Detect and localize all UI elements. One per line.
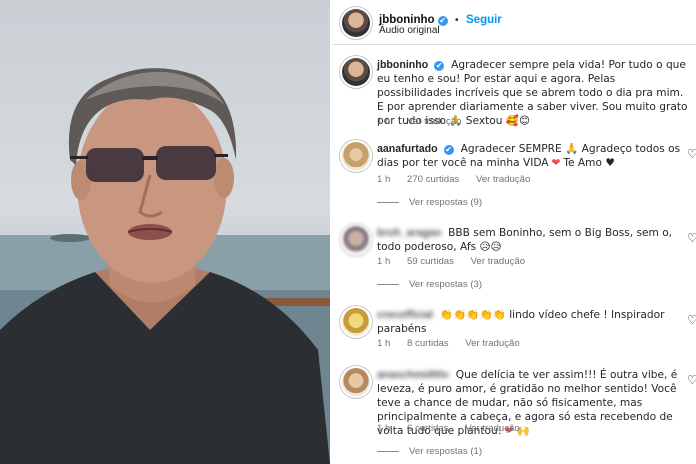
comment-username[interactable]: aanafurtado — [377, 143, 438, 155]
comment-text-end: Te Amo ♥ — [563, 157, 615, 169]
comment-item: aanafurtado ✔ Agradecer SEMPRE 🙏 Agradeço… — [333, 140, 696, 210]
comment-meta: 1 h 6 curtidas Ver tradução — [377, 423, 534, 434]
verified-badge-icon: ✔ — [443, 145, 454, 155]
comment-time: 1 h — [377, 174, 391, 185]
verified-badge-icon: ✔ — [434, 61, 445, 71]
comment-username[interactable]: anaschmidtttv — [377, 369, 449, 381]
comment-likes[interactable]: 59 curtidas — [407, 256, 454, 267]
comment-text-block: crecofficial 👏👏👏👏👏 lindo vídeo chefe ! I… — [377, 308, 689, 336]
post-header: jbboninho ✔ • Seguir Áudio original — [333, 0, 696, 45]
replies-label: Ver respostas (3) — [409, 279, 483, 290]
like-comment-icon[interactable]: ♡ — [687, 374, 696, 386]
comment-item: bruh_aragao BBB sem Boninho, sem o Big B… — [333, 224, 696, 294]
replies-line — [377, 201, 399, 203]
comment-meta: 1 h 8 curtidas Ver tradução — [377, 338, 534, 349]
view-replies-button[interactable]: Ver respostas (9) — [377, 197, 482, 208]
comment-likes[interactable]: 6 curtidas — [407, 423, 449, 434]
view-replies-button[interactable]: Ver respostas (1) — [377, 446, 482, 457]
comment-username[interactable]: crecofficial — [377, 309, 433, 321]
comment-text-block: aanafurtado ✔ Agradecer SEMPRE 🙏 Agradeço… — [377, 142, 689, 170]
replies-line — [377, 450, 399, 452]
caption-username[interactable]: jbboninho — [377, 59, 428, 71]
comment-likes[interactable]: 8 curtidas — [407, 338, 449, 349]
post-video[interactable] — [0, 0, 330, 464]
follow-button[interactable]: Seguir — [466, 14, 502, 26]
comment-item: anaschmidtttv Que delícia te ver assim!!… — [333, 366, 696, 464]
like-comment-icon[interactable]: ♡ — [687, 148, 696, 160]
header-separator: • — [455, 15, 459, 26]
video-frame-illustration — [0, 68, 330, 464]
comment-translate-link[interactable]: Ver tradução — [471, 256, 525, 267]
comment-item: crecofficial 👏👏👏👏👏 lindo vídeo chefe ! I… — [333, 306, 696, 356]
comment-avatar[interactable] — [342, 368, 370, 396]
audio-label[interactable]: Áudio original — [379, 25, 440, 36]
replies-line — [377, 283, 399, 285]
comment-time: 1 h — [377, 423, 391, 434]
comment-avatar[interactable] — [342, 308, 370, 336]
caption-time: 1 h — [377, 116, 391, 127]
view-replies-button[interactable]: Ver respostas (3) — [377, 279, 482, 290]
caption-meta: 1 h Ver tradução — [377, 116, 475, 127]
like-comment-icon[interactable]: ♡ — [687, 314, 696, 326]
comment-translate-link[interactable]: Ver tradução — [476, 174, 530, 185]
red-heart-emoji-icon: ❤ — [551, 157, 561, 169]
comment-meta: 1 h 59 curtidas Ver tradução — [377, 256, 539, 267]
comment-meta: 1 h 270 curtidas Ver tradução — [377, 174, 544, 185]
like-comment-icon[interactable]: ♡ — [687, 232, 696, 244]
comment-translate-link[interactable]: Ver tradução — [465, 423, 519, 434]
author-avatar[interactable] — [342, 9, 370, 37]
replies-label: Ver respostas (9) — [409, 197, 483, 208]
comment-time: 1 h — [377, 338, 391, 349]
replies-label: Ver respostas (1) — [409, 446, 483, 457]
comment-likes[interactable]: 270 curtidas — [407, 174, 459, 185]
comment-time: 1 h — [377, 256, 391, 267]
comment-avatar[interactable] — [342, 142, 370, 170]
caption-translate-link[interactable]: Ver tradução — [407, 116, 461, 127]
comment-text-block: bruh_aragao BBB sem Boninho, sem o Big B… — [377, 226, 689, 254]
comment-username[interactable]: bruh_aragao — [377, 227, 441, 239]
caption-avatar[interactable] — [342, 58, 370, 86]
comment-translate-link[interactable]: Ver tradução — [465, 338, 519, 349]
comment-avatar[interactable] — [342, 226, 370, 254]
comments-panel: jbboninho ✔ • Seguir Áudio original jbbon… — [333, 0, 696, 464]
post-caption: jbboninho ✔ Agradecer sempre pela vida! P… — [333, 56, 696, 131]
